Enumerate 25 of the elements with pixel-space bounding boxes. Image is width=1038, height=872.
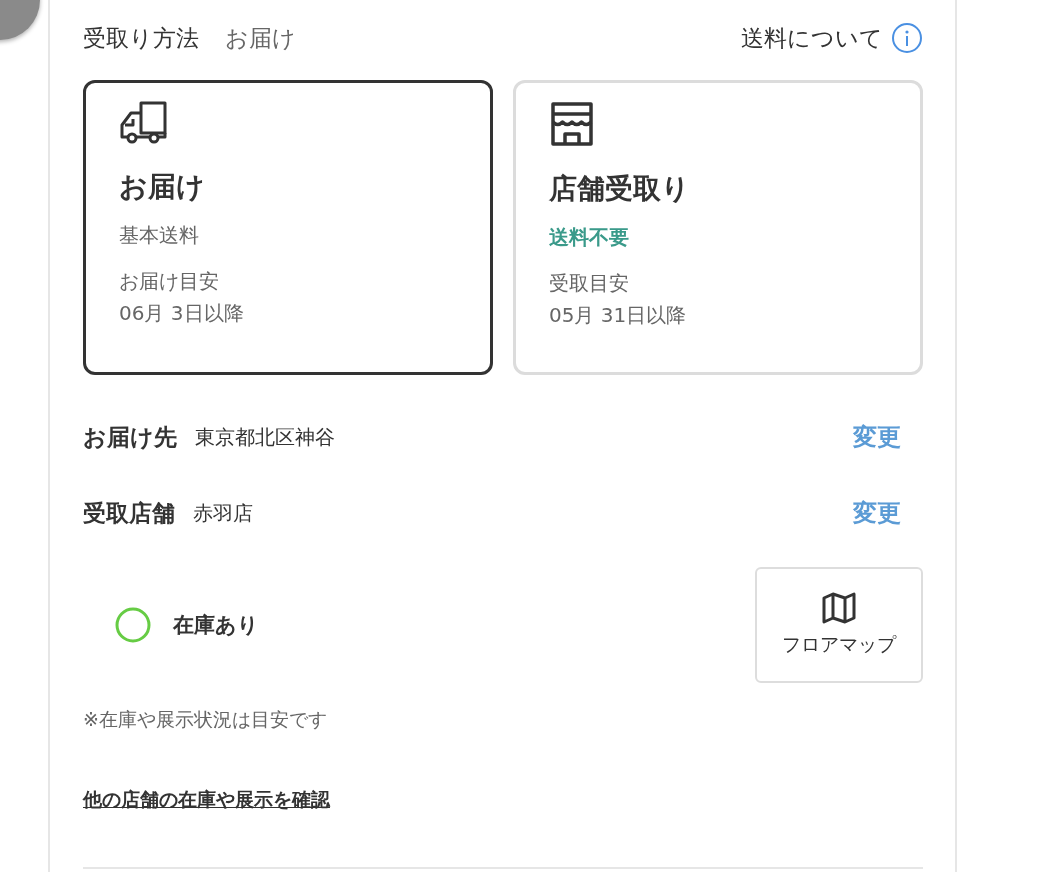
method-title: お届け — [119, 169, 206, 205]
eta-label: お届け目安 — [119, 268, 220, 295]
method-card[interactable]: お届け 基本送料 お届け目安 06月 3日以降 — [83, 80, 493, 375]
selected-method: お届け — [225, 23, 296, 53]
detail-value: 東京都北区神谷 — [195, 423, 336, 451]
truck-icon — [119, 101, 167, 145]
shipping-fee: 送料不要 — [549, 224, 630, 251]
eta-date: 05月 31日以降 — [549, 302, 688, 329]
eta-label: 受取目安 — [549, 270, 630, 297]
method-card[interactable]: 店舗受取り 送料不要 受取目安 05月 31日以降 — [513, 80, 923, 375]
stock-status: 在庫あり — [173, 612, 259, 639]
info-icon[interactable] — [891, 22, 923, 54]
detail-value: 赤羽店 — [193, 499, 254, 527]
eta-date: 06月 3日以降 — [119, 300, 245, 327]
method-title: 店舗受取り — [549, 171, 691, 207]
detail-label: お届け先 — [83, 422, 177, 452]
stock-note: ※在庫や展示状況は目安です — [83, 707, 328, 732]
shipping-fee: 基本送料 — [119, 222, 200, 249]
store-icon — [549, 101, 595, 147]
other-stores-link[interactable]: 他の店舗の在庫や展示を確認 — [83, 787, 330, 813]
shipping-info-link[interactable]: 送料について — [741, 22, 883, 54]
map-icon — [821, 592, 857, 624]
section-label: 受取り方法 — [83, 23, 199, 53]
detail-label: 受取店舗 — [83, 498, 175, 528]
floor-map-button[interactable]: フロアマップ — [755, 567, 923, 683]
